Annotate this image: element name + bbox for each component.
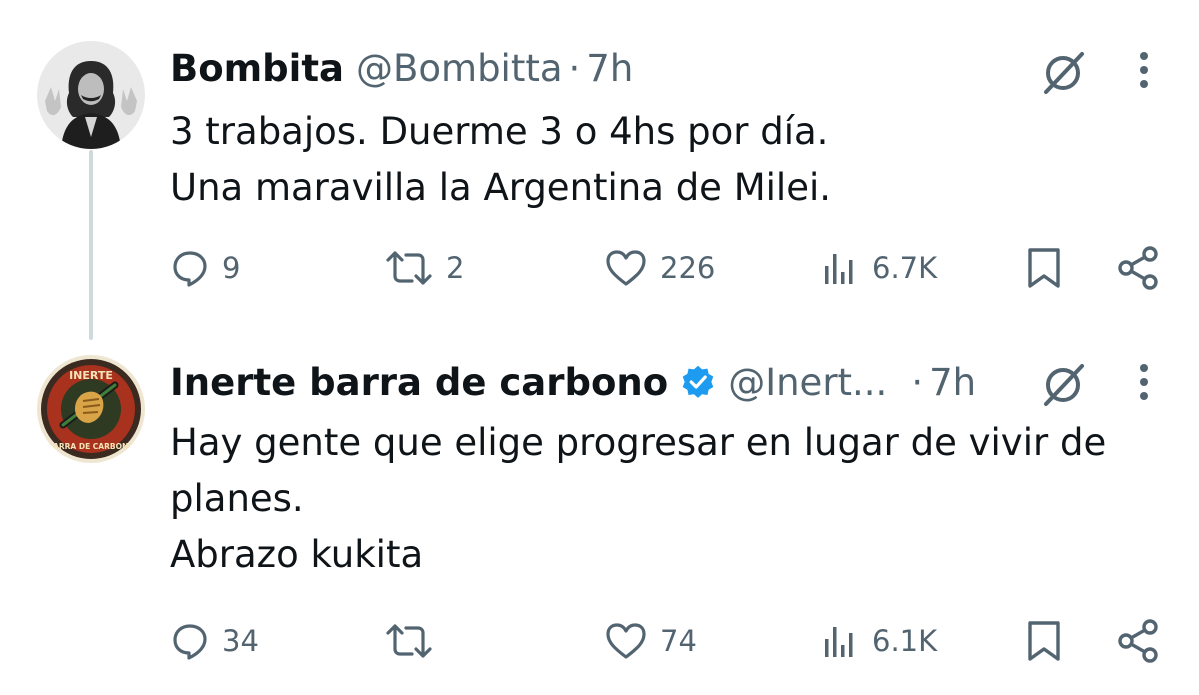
tweet-header: Inerte barra de carbono @Inert... · 7h (170, 357, 976, 407)
view-count: 6.7K (872, 251, 938, 285)
tweet-line: Hay gente que elige progresar en lugar d… (170, 421, 1107, 464)
grok-icon[interactable] (1038, 360, 1088, 410)
retweet-count: 2 (446, 251, 465, 285)
more-options-icon[interactable] (1134, 50, 1154, 94)
share-icon (1118, 619, 1158, 663)
bookmark-button[interactable] (1024, 243, 1064, 293)
action-bar: 34 74 6.1K (0, 616, 1199, 666)
tweet-text: 3 trabajos. Duerme 3 o 4hs por día. Una … (170, 104, 831, 216)
timestamp[interactable]: 7h (586, 47, 633, 90)
bookmark-button[interactable] (1024, 616, 1064, 666)
grok-icon[interactable] (1038, 48, 1088, 98)
fist-holding-carbon-bar-emblem-icon: INERTE BARRA DE CARBONO (37, 355, 145, 463)
badge-text-bottom: BARRA DE CARBONO (47, 442, 134, 451)
separator-dot: · (911, 360, 924, 404)
reply-count: 34 (222, 624, 259, 658)
tweet-text: Hay gente que elige progresar en lugar d… (170, 415, 1106, 583)
timestamp[interactable]: 7h (929, 361, 976, 404)
tweet-line: planes. (170, 477, 304, 520)
avatar-bombita[interactable] (37, 41, 145, 149)
views-button[interactable]: 6.1K (820, 616, 937, 666)
reply-count: 9 (222, 251, 241, 285)
views-chart-icon (825, 627, 853, 657)
share-icon (1118, 246, 1158, 290)
like-count: 74 (660, 624, 697, 658)
man-with-long-hair-photo-icon (37, 41, 145, 149)
retweet-button[interactable] (384, 616, 446, 666)
retweet-button[interactable]: 2 (384, 243, 464, 293)
badge-text-top: INERTE (69, 369, 113, 382)
reply-button[interactable]: 9 (170, 243, 240, 293)
tweet-line: Abrazo kukita (170, 533, 424, 576)
verified-badge-icon[interactable] (680, 364, 716, 400)
author-name[interactable]: Bombita (170, 47, 344, 90)
views-chart-icon (825, 254, 853, 284)
reply-button[interactable]: 34 (170, 616, 259, 666)
author-handle[interactable]: @Inert... (728, 361, 887, 404)
heart-icon (606, 623, 646, 659)
reply-icon (173, 624, 207, 660)
tweet-line: 3 trabajos. Duerme 3 o 4hs por día. (170, 110, 829, 153)
view-count: 6.1K (872, 624, 938, 658)
bookmark-icon (1028, 248, 1060, 288)
share-button[interactable] (1116, 616, 1162, 666)
heart-icon (606, 250, 646, 286)
avatar-inerte[interactable]: INERTE BARRA DE CARBONO (37, 355, 145, 463)
retweet-icon (386, 251, 432, 285)
action-bar: 9 2 226 6.7K (0, 243, 1199, 293)
like-button[interactable]: 226 (604, 243, 715, 293)
like-count: 226 (660, 251, 716, 285)
separator-dot: · (568, 46, 581, 90)
bookmark-icon (1028, 621, 1060, 661)
more-options-icon[interactable] (1134, 362, 1154, 406)
tweet-header: Bombita @Bombitta · 7h (170, 43, 633, 93)
share-button[interactable] (1116, 243, 1162, 293)
tweet-line: Una maravilla la Argentina de Milei. (170, 166, 831, 209)
author-handle[interactable]: @Bombitta (356, 47, 563, 90)
like-button[interactable]: 74 (604, 616, 697, 666)
author-name[interactable]: Inerte barra de carbono (170, 361, 668, 404)
views-button[interactable]: 6.7K (820, 243, 937, 293)
reply-icon (173, 251, 207, 287)
retweet-icon (386, 624, 432, 658)
